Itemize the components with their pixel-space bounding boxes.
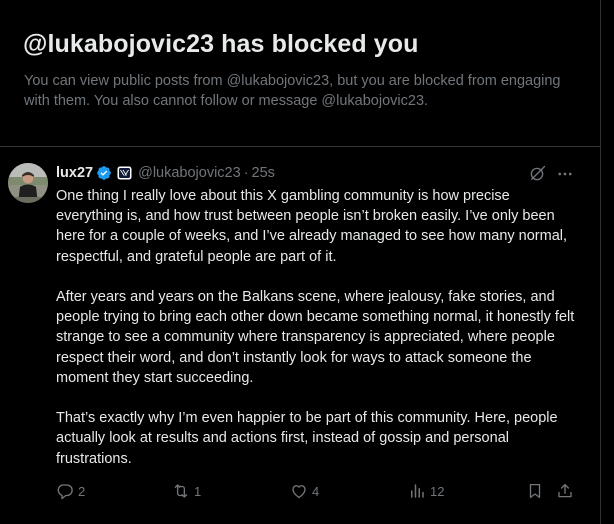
bookmark-button[interactable] (526, 481, 544, 501)
display-name[interactable]: lux27 (56, 165, 93, 181)
views-icon (411, 484, 424, 498)
grok-icon[interactable] (528, 165, 546, 183)
reply-count: 2 (78, 483, 86, 499)
avatar[interactable] (8, 163, 48, 203)
affiliate-badge-icon[interactable] (117, 166, 132, 180)
like-count: 4 (312, 483, 320, 499)
timeline-column: @lukabojovic23 has blocked you You can v… (0, 0, 601, 524)
blocked-notice: @lukabojovic23 has blocked you You can v… (0, 0, 600, 147)
post-paragraph: That’s exactly why I’m even happier to b… (56, 410, 558, 467)
user-handle[interactable]: @lukabojovic23 (138, 165, 241, 181)
repost-icon (174, 484, 188, 498)
verified-badge-icon[interactable] (96, 165, 112, 181)
reply-icon (57, 484, 73, 500)
reply-button[interactable]: 2 (56, 481, 85, 501)
post-paragraph: One thing I really love about this X gam… (56, 188, 568, 265)
more-icon[interactable] (556, 165, 574, 183)
like-button[interactable]: 4 (290, 481, 319, 501)
blocked-title: @lukabojovic23 has blocked you (23, 30, 419, 58)
heart-icon (292, 485, 306, 499)
post-paragraph: After years and years on the Balkans sce… (56, 289, 575, 386)
post-timestamp[interactable]: 25s (252, 165, 275, 181)
post[interactable]: lux27 @lukabojovic23 · 25s One thing I r… (0, 147, 600, 524)
bookmark-icon (529, 483, 541, 499)
avatar-image (8, 163, 48, 203)
post-text: One thing I really love about this X gam… (56, 186, 576, 469)
views-button[interactable]: 12 (408, 481, 444, 501)
share-button[interactable] (556, 481, 574, 501)
blocked-description: You can view public posts from @lukabojo… (24, 73, 561, 109)
repost-count: 1 (194, 483, 202, 499)
share-icon (558, 483, 572, 498)
repost-button[interactable]: 1 (172, 481, 201, 501)
post-header: lux27 @lukabojovic23 · 25s (56, 163, 275, 183)
post-actions: 2 1 4 12 (0, 481, 600, 501)
separator-dot: · (243, 165, 249, 181)
view-count: 12 (430, 483, 445, 499)
